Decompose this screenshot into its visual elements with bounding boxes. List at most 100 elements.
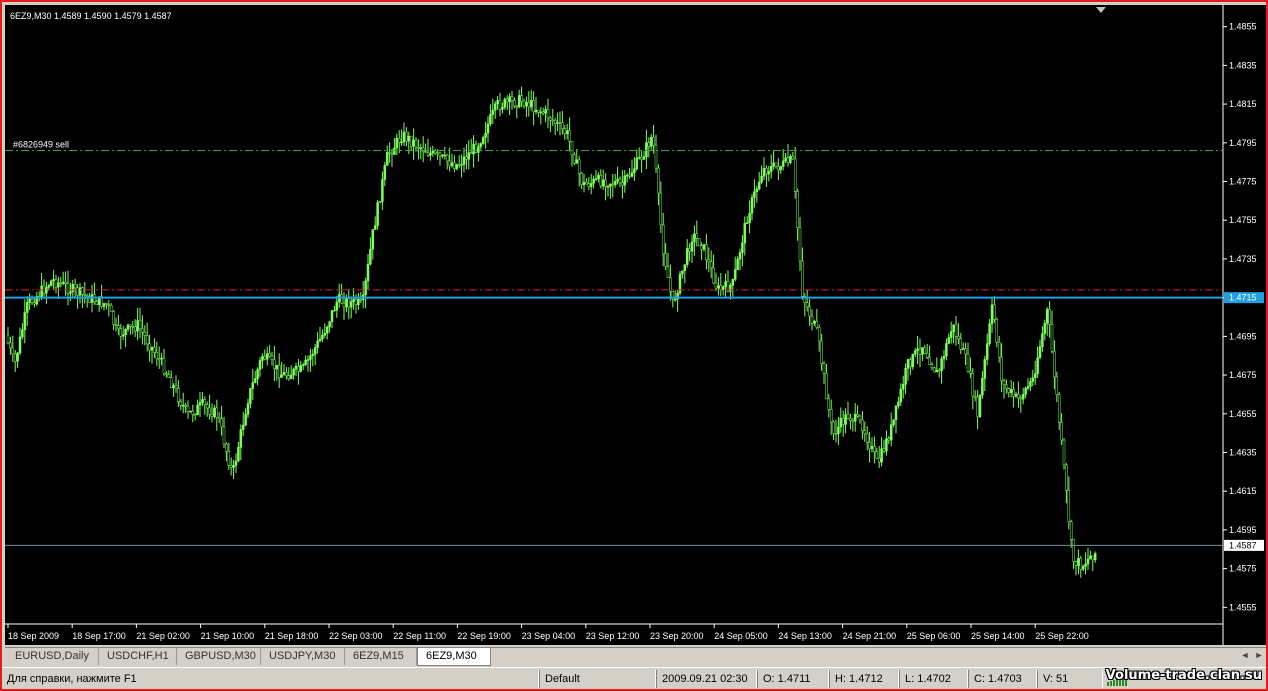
status-profile[interactable]: Default (539, 670, 656, 688)
candle (961, 342, 965, 350)
candle (849, 413, 852, 430)
candle (551, 108, 555, 127)
price-tick-label: 1.4655 (1229, 409, 1257, 419)
candle (78, 282, 82, 304)
candle (421, 136, 425, 163)
candle (1060, 413, 1063, 445)
candle (18, 327, 22, 356)
candle (244, 408, 247, 427)
candle (61, 271, 65, 286)
candle (6, 327, 10, 345)
candle (153, 338, 156, 359)
candle (397, 130, 401, 154)
candle (383, 161, 387, 187)
tab-usdjpy-m30[interactable]: USDJPY,M30 (261, 648, 345, 665)
chart-canvas[interactable]: 1.4855 1.4835 1.4815 1.4795 1.4775 1.4755 1.47… (5, 5, 1267, 645)
candle (205, 401, 209, 417)
tab-gbpusd-m30[interactable]: GBPUSD,M30 (177, 648, 261, 665)
candle (947, 333, 951, 345)
candle (323, 323, 327, 339)
price-tick-label: 1.4855 (1229, 22, 1257, 32)
candle (460, 154, 463, 178)
candle (529, 90, 533, 111)
candle (719, 273, 723, 297)
tab-usdchf-h1[interactable]: USDCHF,H1 (99, 648, 177, 665)
time-tick-label: 22 Sep 19:00 (457, 631, 511, 641)
time-tick-label: 25 Sep 14:00 (971, 631, 1025, 641)
candle (549, 116, 552, 133)
tab-6ez9-m15[interactable]: 6EZ9,M15 (345, 648, 417, 665)
candle (390, 148, 394, 167)
candle (37, 291, 41, 302)
candle (1026, 378, 1030, 391)
candle (793, 146, 797, 199)
price-tick-label: 1.4735 (1229, 254, 1257, 264)
candle (510, 90, 514, 110)
candle (736, 256, 739, 271)
candle (445, 153, 449, 170)
candle (143, 325, 147, 346)
candle (285, 367, 288, 380)
candle (889, 412, 893, 447)
candle (911, 353, 915, 370)
candle (1086, 547, 1090, 570)
candle (11, 335, 15, 363)
candle (484, 121, 487, 149)
candle (630, 159, 634, 178)
candle (1041, 326, 1044, 352)
candle (1057, 391, 1061, 430)
candle (429, 146, 432, 161)
candle (959, 332, 963, 355)
candle (385, 145, 389, 166)
candle (352, 288, 355, 310)
status-low: L: 1.4702 (899, 670, 968, 688)
candle (913, 348, 917, 357)
terminal-window: 1.4855 1.4835 1.4815 1.4795 1.4775 1.4755 1.47… (0, 0, 1268, 691)
price-axis[interactable]: 1.4855 1.4835 1.4815 1.4795 1.4775 1.4755 1.47… (1223, 22, 1257, 613)
price-tick-label: 1.4795 (1229, 138, 1257, 148)
chart-tabs: EURUSD,Daily USDCHF,H1 GBPUSD,M30 USDJPY… (5, 647, 1266, 666)
candle (949, 321, 953, 344)
candle (873, 436, 876, 464)
candle (832, 420, 835, 441)
tab-6ez9-m30[interactable]: 6EZ9,M30 (417, 648, 491, 666)
candle (309, 348, 312, 372)
candle (774, 162, 778, 169)
candle (213, 404, 216, 419)
candle (141, 315, 144, 345)
candle (621, 169, 624, 199)
chart-shift-marker-icon[interactable] (1096, 7, 1106, 13)
candle (474, 140, 478, 154)
candle (289, 365, 293, 380)
time-axis[interactable]: 18 Sep 2009 18 Sep 17:00 21 Sep 02:00 21 Se… (7, 624, 1089, 641)
candle (664, 243, 667, 270)
tab-scroll-right-icon[interactable]: ► (1253, 650, 1265, 660)
tab-eurusd-daily[interactable]: EURUSD,Daily (7, 648, 99, 665)
candle (479, 142, 483, 150)
candle (654, 134, 658, 173)
candle (534, 97, 538, 115)
candle (863, 421, 867, 442)
candle (1065, 463, 1068, 504)
bid-price-tag: 1.4587 (1224, 539, 1264, 551)
candle (174, 375, 178, 393)
candle (918, 338, 922, 368)
candle (335, 295, 339, 318)
tab-scroll-left-icon[interactable]: ◄ (1239, 650, 1251, 660)
candle (155, 341, 159, 366)
candle (546, 98, 550, 129)
candle (501, 102, 504, 114)
candle (112, 310, 115, 331)
candle (709, 250, 713, 279)
candle (277, 353, 281, 389)
candle (1081, 564, 1085, 572)
candle (1074, 560, 1078, 576)
candle (899, 383, 903, 407)
candle (1043, 319, 1047, 341)
candle (724, 273, 727, 298)
status-close: C: 1.4703 (968, 670, 1037, 688)
candle (268, 344, 271, 358)
price-tick-label: 1.4635 (1229, 447, 1257, 457)
candle (553, 117, 557, 136)
price-chart[interactable]: 1.4855 1.4835 1.4815 1.4795 1.4775 1.4755 1.47… (5, 5, 1267, 645)
